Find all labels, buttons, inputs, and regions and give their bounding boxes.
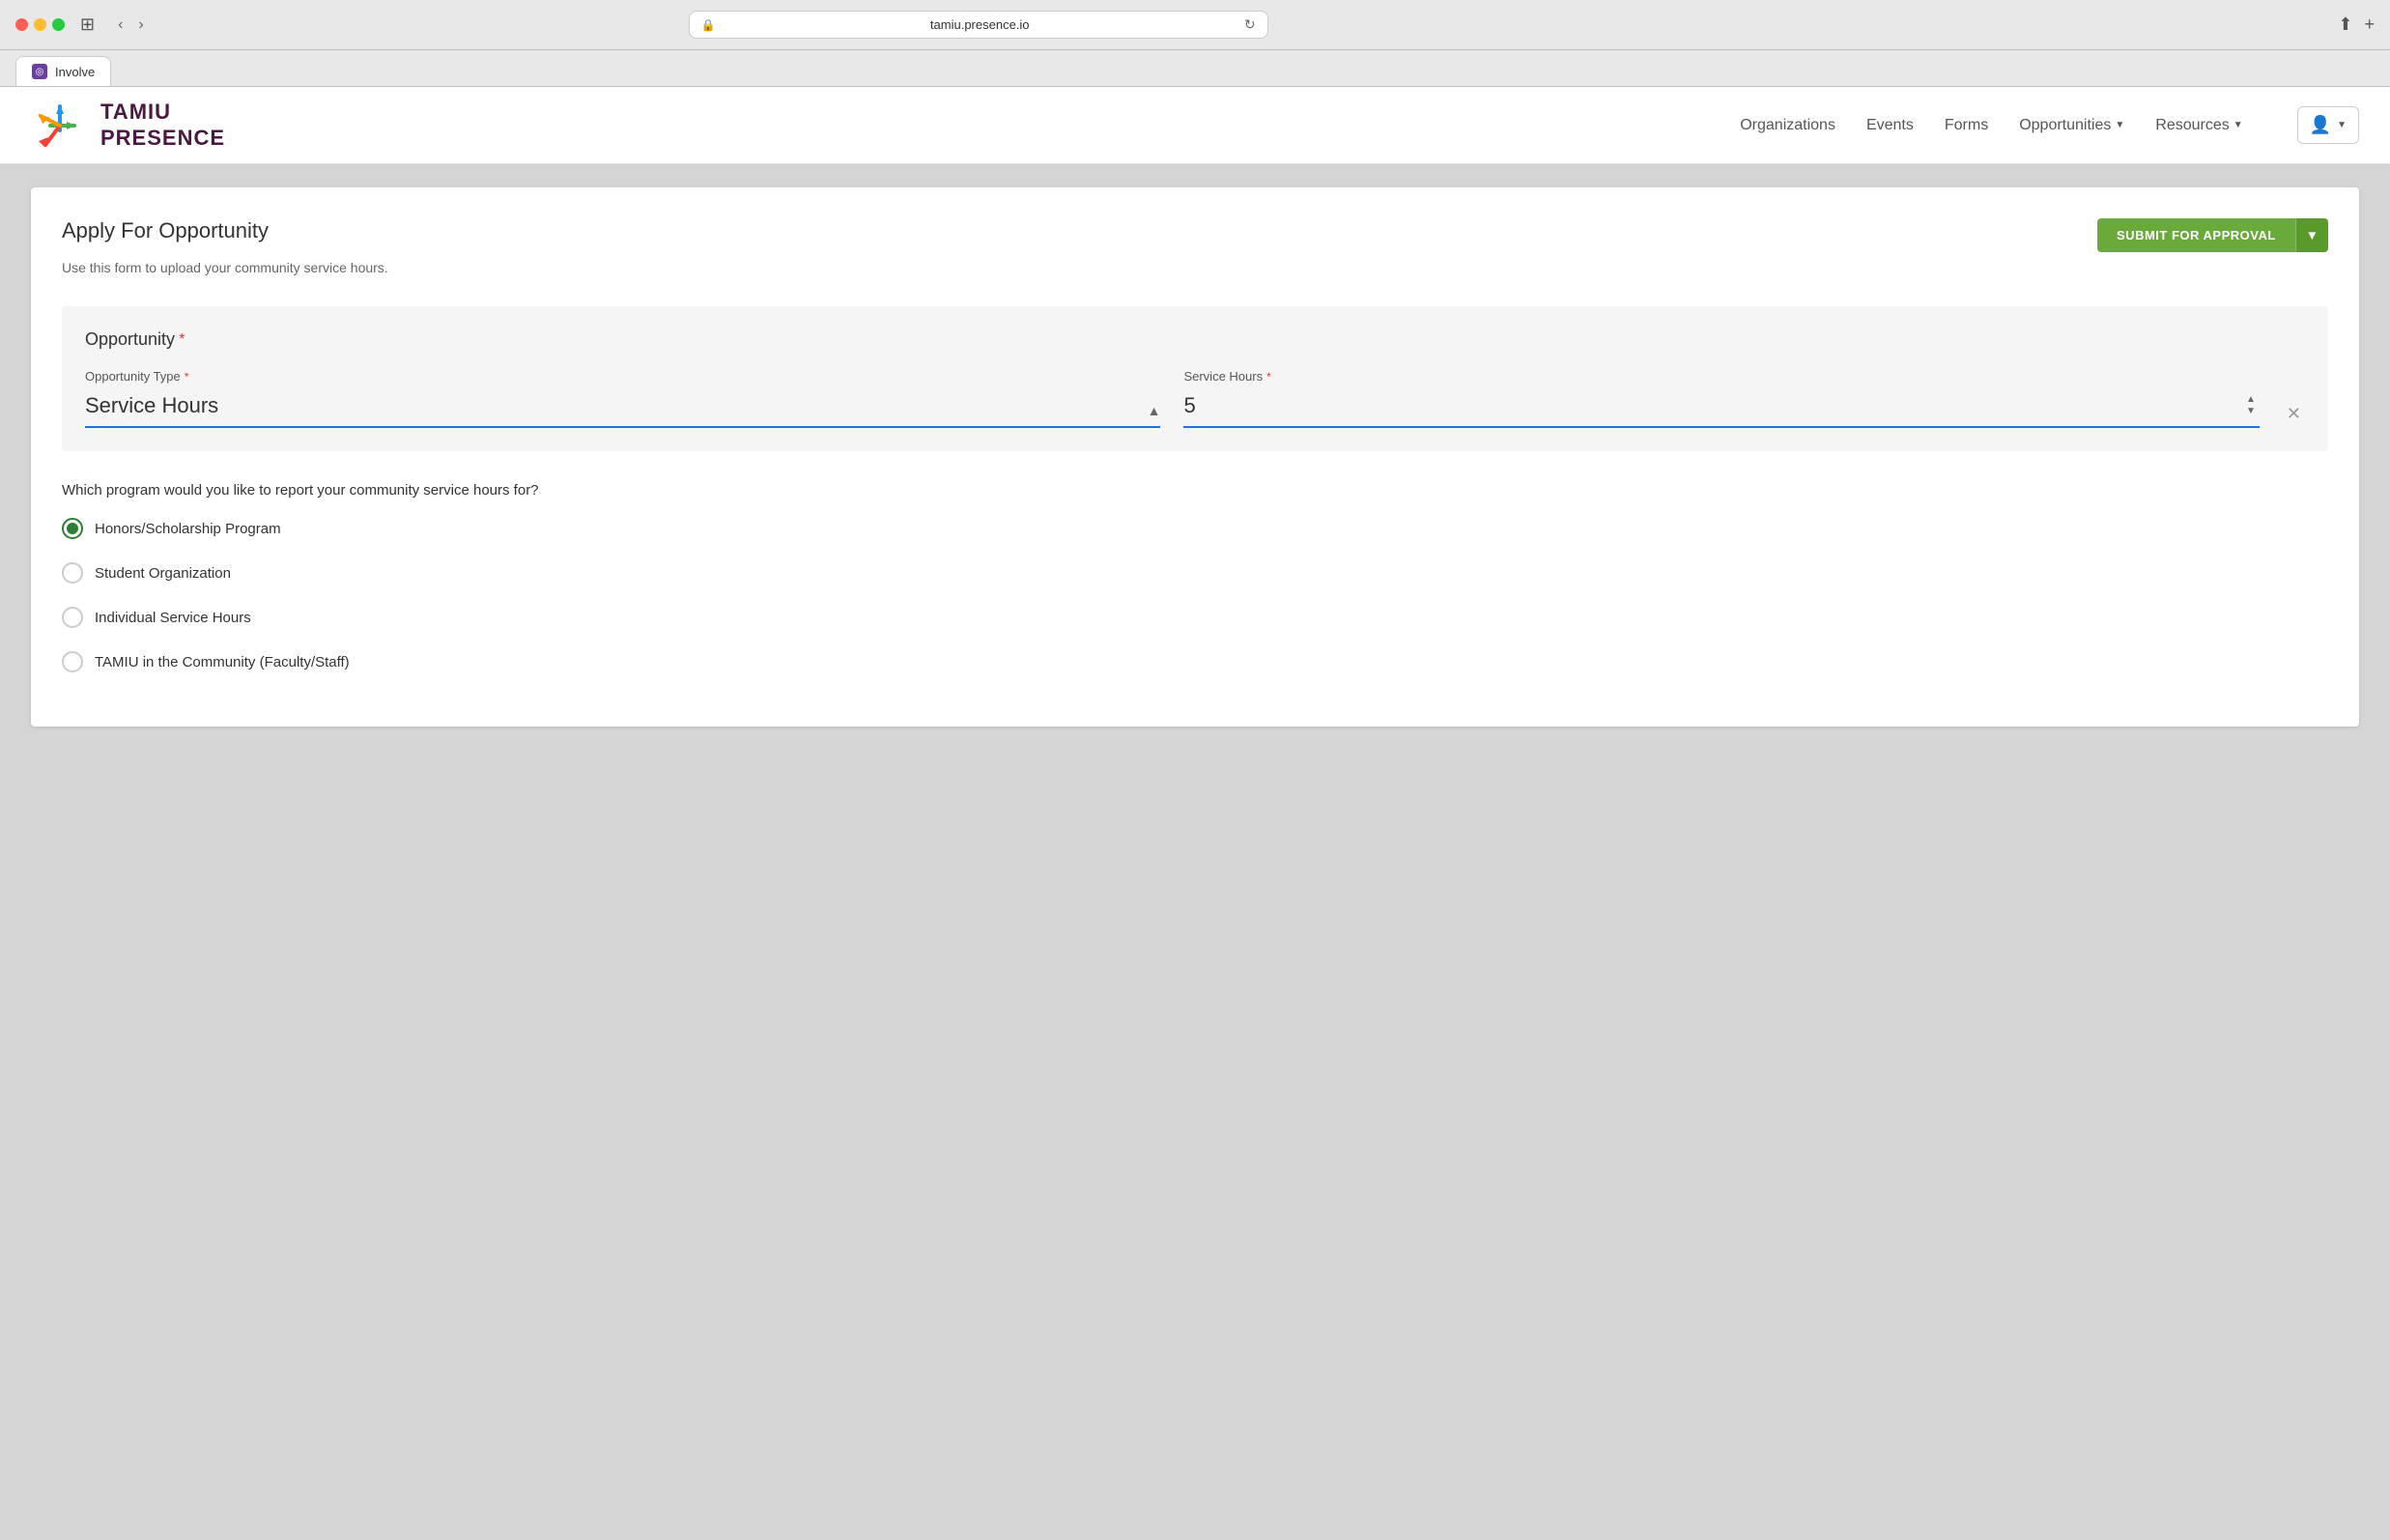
number-up-button[interactable]: ▲ [2246, 395, 2256, 405]
service-hours-field-group: Service Hours * 5 ▲ ▼ [1183, 369, 2259, 428]
maximize-traffic-light[interactable] [52, 18, 65, 31]
nav-events[interactable]: Events [1866, 117, 1914, 134]
close-row-button[interactable]: ✕ [2283, 400, 2305, 428]
radio-label-honors: Honors/Scholarship Program [95, 521, 281, 537]
opportunity-section-title: Opportunity * [85, 329, 2305, 350]
fields-row: Opportunity Type * Service Hours ▲ Servi… [85, 369, 2305, 428]
navbar: TAMIU PRESENCE Organizations Events Form… [0, 87, 2390, 164]
traffic-lights [15, 18, 65, 31]
service-hours-value: 5 [1183, 389, 2246, 422]
browser-chrome: ⊞ ‹ › 🔒 tamiu.presence.io ↻ ⬆ + [0, 0, 2390, 50]
form-title-area: Apply For Opportunity [62, 218, 269, 243]
service-hours-required: * [1266, 370, 1271, 384]
user-dropdown-icon: ▼ [2337, 120, 2347, 130]
form-card: Apply For Opportunity SUBMIT FOR APPROVA… [31, 187, 2359, 727]
tab-favicon: ◎ [32, 64, 47, 79]
minimize-traffic-light[interactable] [34, 18, 46, 31]
logo-presence: PRESENCE [100, 126, 225, 151]
radio-label-student-org: Student Organization [95, 565, 231, 582]
service-hours-input-wrapper: 5 ▲ ▼ [1183, 389, 2259, 428]
address-bar[interactable]: 🔒 tamiu.presence.io ↻ [689, 11, 1268, 39]
submit-for-approval-button[interactable]: SUBMIT FOR APPROVAL [2097, 218, 2295, 252]
opportunity-type-value: Service Hours [85, 389, 1160, 422]
opportunity-type-label: Opportunity Type * [85, 369, 1160, 384]
radio-option-student-org[interactable]: Student Organization [62, 562, 2328, 584]
nav-opportunities[interactable]: Opportunities ▼ [2019, 117, 2124, 134]
browser-nav-controls: ‹ › [114, 13, 148, 38]
nav-forms[interactable]: Forms [1945, 117, 1988, 134]
tab-bar: ◎ Involve [0, 50, 2390, 87]
opportunity-required-star: * [179, 331, 185, 349]
forward-button[interactable]: › [134, 13, 147, 38]
browser-actions: ⬆ + [2338, 14, 2375, 35]
radio-circle-student-org[interactable] [62, 562, 83, 584]
logo-area: TAMIU PRESENCE [31, 97, 225, 155]
form-title: Apply For Opportunity [62, 218, 269, 243]
radio-circle-tamiu-community[interactable] [62, 651, 83, 672]
opportunity-type-select[interactable]: Service Hours ▲ [85, 389, 1160, 428]
close-traffic-light[interactable] [15, 18, 28, 31]
new-tab-button[interactable]: + [2364, 14, 2375, 35]
number-down-button[interactable]: ▼ [2246, 407, 2256, 416]
radio-question: Which program would you like to report y… [62, 482, 2328, 499]
active-tab[interactable]: ◎ Involve [15, 56, 111, 86]
app-container: TAMIU PRESENCE Organizations Events Form… [0, 87, 2390, 1540]
service-hours-label: Service Hours * [1183, 369, 2259, 384]
back-button[interactable]: ‹ [114, 13, 127, 38]
select-arrow-icon: ▲ [1148, 403, 1161, 418]
submit-dropdown-icon: ▼ [2306, 228, 2319, 242]
radio-label-individual: Individual Service Hours [95, 610, 251, 626]
form-subtitle: Use this form to upload your community s… [62, 260, 2328, 275]
lock-icon: 🔒 [701, 18, 716, 32]
refresh-button[interactable]: ↻ [1244, 16, 1256, 33]
radio-section: Which program would you like to report y… [62, 482, 2328, 672]
user-icon: 👤 [2310, 115, 2331, 135]
opportunities-dropdown-icon: ▼ [2115, 120, 2124, 130]
nav-organizations[interactable]: Organizations [1740, 117, 1835, 134]
nav-resources[interactable]: Resources ▼ [2155, 117, 2242, 134]
sidebar-toggle-button[interactable]: ⊞ [80, 14, 95, 35]
submit-btn-group: SUBMIT FOR APPROVAL ▼ [2097, 218, 2328, 252]
number-controls: ▲ ▼ [2246, 395, 2256, 416]
opportunity-type-field-group: Opportunity Type * Service Hours ▲ [85, 369, 1160, 428]
radio-circle-individual[interactable] [62, 607, 83, 628]
radio-label-tamiu-community: TAMIU in the Community (Faculty/Staff) [95, 654, 350, 670]
share-button[interactable]: ⬆ [2338, 14, 2352, 35]
radio-circle-honors[interactable] [62, 518, 83, 539]
opportunity-type-required: * [185, 370, 189, 384]
logo-tamiu: TAMIU [100, 100, 225, 125]
logo-text: TAMIU PRESENCE [100, 100, 225, 151]
logo-icon [31, 97, 89, 155]
tab-label: Involve [55, 65, 95, 79]
radio-option-honors[interactable]: Honors/Scholarship Program [62, 518, 2328, 539]
resources-dropdown-icon: ▼ [2234, 120, 2243, 130]
radio-option-tamiu-community[interactable]: TAMIU in the Community (Faculty/Staff) [62, 651, 2328, 672]
form-header: Apply For Opportunity SUBMIT FOR APPROVA… [62, 218, 2328, 252]
radio-option-individual[interactable]: Individual Service Hours [62, 607, 2328, 628]
user-menu-button[interactable]: 👤 ▼ [2297, 106, 2359, 144]
opportunity-section: Opportunity * Opportunity Type * Service… [62, 306, 2328, 451]
nav-links: Organizations Events Forms Opportunities… [1740, 106, 2359, 144]
submit-dropdown-button[interactable]: ▼ [2295, 218, 2328, 252]
url-text: tamiu.presence.io [724, 17, 1237, 32]
page-content: Apply For Opportunity SUBMIT FOR APPROVA… [0, 164, 2390, 750]
